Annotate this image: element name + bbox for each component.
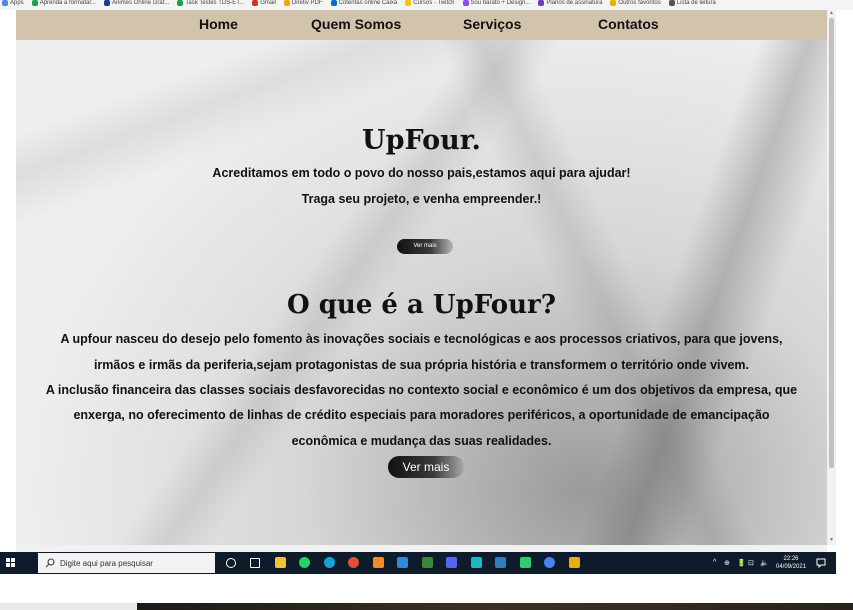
bookmark-label: Gmail bbox=[260, 0, 276, 6]
bookmark-icon bbox=[610, 0, 617, 6]
hero-line-2: Traga seu projeto, e venha empreender.! bbox=[301, 192, 542, 206]
about-line-1: A upfour nasceu do desejo pelo fomento à… bbox=[60, 332, 783, 346]
about-title: O que é a UpFour? bbox=[287, 290, 556, 320]
task-view-icon[interactable] bbox=[250, 558, 260, 568]
bookmarks-bar: Apps Aprenda a formatar... Animes Online G… bbox=[0, 0, 853, 10]
hero-line-1: Acreditamos em todo o povo do nosso pais… bbox=[212, 166, 631, 180]
bookmark-label: Diretiv PDF bbox=[291, 0, 323, 6]
bookmark-icon bbox=[405, 0, 412, 6]
edge-icon[interactable] bbox=[324, 557, 335, 568]
bookmark-item[interactable]: Lista de leitura bbox=[668, 0, 716, 7]
tray-chevron-icon[interactable]: ^ bbox=[713, 559, 716, 566]
node-icon[interactable] bbox=[422, 557, 433, 568]
discord-icon[interactable] bbox=[446, 557, 457, 568]
git-icon[interactable] bbox=[569, 557, 580, 568]
bookmark-item[interactable]: Planos de assinatura bbox=[538, 0, 602, 7]
bookmark-item[interactable]: Gmail bbox=[252, 0, 276, 7]
search-icon bbox=[45, 558, 55, 568]
photo-app-icon[interactable] bbox=[495, 557, 506, 568]
bookmark-icon bbox=[283, 0, 290, 6]
sublime-icon[interactable] bbox=[373, 557, 384, 568]
browser-icon[interactable] bbox=[471, 557, 482, 568]
bookmark-item[interactable]: Cotentas online Caixa bbox=[330, 0, 398, 7]
tray-wifi-icon[interactable]: ⊡ bbox=[748, 559, 754, 567]
horizontal-scrollbar[interactable] bbox=[16, 545, 827, 552]
bookmark-icon bbox=[330, 0, 337, 6]
bookmark-item[interactable]: Task Testes TDS-ET... bbox=[177, 0, 244, 7]
clock-date: 04/09/2021 bbox=[776, 564, 807, 570]
navbar: Home Quem Somos Serviços Contatos bbox=[16, 10, 827, 40]
bookmark-label: Cotentas online Caixa bbox=[338, 0, 398, 6]
about-more-button[interactable]: Ver mais bbox=[388, 456, 464, 478]
taskbar-search-placeholder: Digite aqui para pesquisar bbox=[60, 559, 153, 568]
tray-network-icon[interactable]: ⊕ bbox=[724, 559, 730, 567]
background-image-strip bbox=[137, 603, 853, 610]
bookmark-label: Sou barato + Design... bbox=[470, 0, 531, 6]
taskbar: Digite aqui para pesquisar ^ ⊕ 🔋 ⊡ 🔈 22:… bbox=[0, 552, 836, 574]
scrollbar-thumb[interactable] bbox=[829, 18, 834, 468]
bookmark-icon bbox=[462, 0, 469, 6]
bookmark-label: Cursos - Twitch bbox=[413, 0, 455, 6]
bookmark-icon bbox=[31, 0, 38, 6]
web-page: Home Quem Somos Serviços Contatos UpFour… bbox=[16, 10, 827, 545]
scroll-down-icon[interactable]: ▼ bbox=[829, 537, 834, 543]
bookmark-item[interactable]: Cursos - Twitch bbox=[405, 0, 455, 7]
nav-contacts-link[interactable]: Contatos bbox=[598, 16, 659, 32]
bookmark-icon bbox=[538, 0, 545, 6]
bookmark-label: Outros favoritos bbox=[618, 0, 661, 6]
bookmark-icon bbox=[668, 0, 675, 6]
bookmark-label: Task Testes TDS-ET... bbox=[185, 0, 245, 6]
windows-start-icon[interactable] bbox=[6, 558, 15, 567]
bookmark-label: Animes Online Grát... bbox=[112, 0, 170, 6]
terminal-icon[interactable] bbox=[520, 557, 531, 568]
bookmark-label: Lista de leitura bbox=[676, 0, 716, 6]
tray-volume-icon[interactable]: 🔈 bbox=[760, 559, 769, 567]
bookmark-item[interactable]: Diretiv PDF bbox=[283, 0, 323, 7]
about-line-5: econômica e mudança das suas realidades. bbox=[291, 434, 552, 448]
taskbar-clock[interactable]: 22:26 04/09/2021 bbox=[776, 555, 806, 571]
bookmark-icon bbox=[177, 0, 184, 6]
bookmark-item[interactable]: Sou barato + Design... bbox=[462, 0, 531, 7]
hero-more-button[interactable]: Ver mais bbox=[397, 239, 453, 254]
scroll-up-icon[interactable]: ▲ bbox=[829, 10, 834, 16]
vscode-icon[interactable] bbox=[397, 557, 408, 568]
taskbar-search-box[interactable]: Digite aqui para pesquisar bbox=[38, 553, 215, 573]
nav-services-link[interactable]: Serviços bbox=[463, 16, 521, 32]
bookmark-icon bbox=[252, 0, 259, 6]
chrome-dev-icon[interactable] bbox=[544, 557, 555, 568]
bookmark-label: Aprenda a formatar... bbox=[39, 0, 97, 6]
bookmark-item[interactable]: Outros favoritos bbox=[610, 0, 661, 7]
bookmark-item[interactable]: Animes Online Grát... bbox=[104, 0, 169, 7]
whatsapp-icon[interactable] bbox=[299, 557, 310, 568]
bookmark-icon bbox=[104, 0, 111, 6]
file-explorer-icon[interactable] bbox=[275, 557, 286, 568]
about-line-4: enxerga, no oferecimento de linhas de cr… bbox=[73, 408, 770, 422]
vertical-scrollbar[interactable]: ▲ ▼ bbox=[827, 10, 836, 545]
cortana-icon[interactable] bbox=[226, 558, 236, 568]
nav-home-link[interactable]: Home bbox=[199, 16, 238, 32]
notifications-icon[interactable] bbox=[816, 558, 826, 568]
hero-title: UpFour. bbox=[362, 125, 481, 156]
clock-time: 22:26 bbox=[783, 556, 799, 562]
bookmark-label: Planos de assinatura bbox=[546, 0, 603, 6]
nav-about-link[interactable]: Quem Somos bbox=[311, 16, 401, 32]
about-line-2: irmãos e irmãs da periferia,sejam protag… bbox=[93, 358, 750, 372]
about-line-3: A inclusão financeira das classes sociai… bbox=[45, 383, 798, 397]
bookmark-label: Apps bbox=[10, 0, 24, 6]
bookmark-icon bbox=[2, 0, 8, 6]
tray-battery-icon[interactable]: 🔋 bbox=[737, 559, 746, 567]
bookmark-item[interactable]: Aprenda a formatar... bbox=[31, 0, 97, 7]
bookmark-item[interactable]: Apps bbox=[2, 0, 24, 7]
chrome-icon[interactable] bbox=[348, 557, 359, 568]
